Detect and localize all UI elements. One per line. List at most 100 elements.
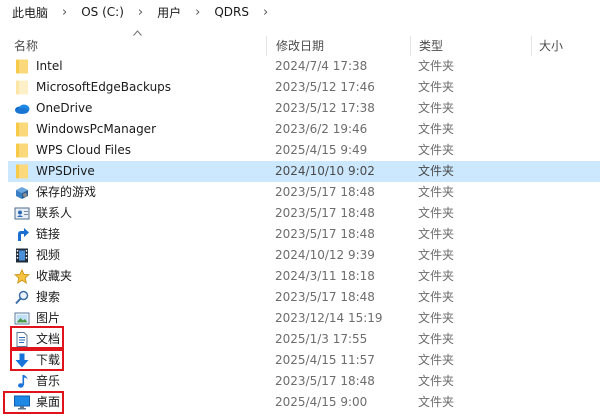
- links-arrow-icon: [18, 228, 29, 241]
- column-header-date[interactable]: 修改日期: [274, 36, 410, 56]
- item-type: 文件夹: [418, 206, 455, 220]
- item-type: 文件夹: [418, 80, 455, 94]
- list-item[interactable]: 保存的游戏 2023/5/17 18:48 文件夹: [8, 182, 600, 203]
- modified-date: 2023/5/17 18:48: [275, 206, 375, 220]
- list-item[interactable]: 收藏夹 2024/3/11 18:18 文件夹: [8, 266, 600, 287]
- item-type: 文件夹: [418, 290, 455, 304]
- file-name: 图片: [36, 311, 61, 325]
- folder-icon: [16, 164, 28, 179]
- list-item[interactable]: OneDrive 2023/5/12 17:38 文件夹: [8, 98, 600, 119]
- file-name: 联系人: [36, 206, 73, 220]
- file-name: MicrosoftEdgeBackups: [36, 80, 172, 94]
- breadcrumb: 此电脑 › OS (C:) › 用户 › QDRS ›: [0, 0, 600, 24]
- file-name: 文档: [36, 332, 61, 346]
- item-type: 文件夹: [418, 395, 455, 409]
- file-name: 下载: [36, 353, 61, 367]
- breadcrumb-users[interactable]: 用户: [155, 4, 183, 21]
- list-item[interactable]: WPS Cloud Files 2025/4/15 9:49 文件夹: [8, 140, 600, 161]
- column-divider[interactable]: [531, 36, 532, 56]
- modified-date: 2024/3/11 18:18: [275, 269, 375, 283]
- column-header-name[interactable]: 名称: [12, 36, 266, 56]
- column-header-size[interactable]: 大小: [537, 36, 597, 56]
- folder-icon: [16, 143, 28, 158]
- item-type: 文件夹: [418, 185, 455, 199]
- file-name: WPSDrive: [36, 164, 95, 178]
- modified-date: 2023/12/14 15:19: [275, 311, 383, 325]
- music-note-icon: [18, 375, 28, 388]
- list-item[interactable]: 图片 2023/12/14 15:19 文件夹: [8, 308, 600, 329]
- modified-date: 2023/5/17 18:48: [275, 374, 375, 388]
- list-item[interactable]: WindowsPcManager 2023/6/2 19:46 文件夹: [8, 119, 600, 140]
- list-item[interactable]: MicrosoftEdgeBackups 2023/5/12 17:46 文件夹: [8, 77, 600, 98]
- item-type: 文件夹: [418, 374, 455, 388]
- list-item[interactable]: 视频 2024/10/12 9:39 文件夹: [8, 245, 600, 266]
- file-name: Intel: [36, 59, 63, 73]
- list-item[interactable]: Intel 2024/7/4 17:38 文件夹: [8, 56, 600, 77]
- search-magnifier-icon: [15, 290, 29, 305]
- list-item[interactable]: 联系人 2023/5/17 18:48 文件夹: [8, 203, 600, 224]
- item-type: 文件夹: [418, 122, 455, 136]
- documents-icon: [16, 332, 28, 347]
- onedrive-cloud-icon: [15, 104, 30, 114]
- desktop-monitor-icon: [14, 395, 30, 410]
- modified-date: 2024/10/12 9:39: [275, 248, 375, 262]
- modified-date: 2023/5/12 17:46: [275, 80, 375, 94]
- list-item[interactable]: 音乐 2023/5/17 18:48 文件夹: [8, 371, 600, 392]
- file-name: 保存的游戏: [36, 185, 97, 199]
- downloads-arrow-icon: [15, 353, 29, 368]
- column-header-type[interactable]: 类型: [417, 36, 529, 56]
- file-name: 视频: [36, 248, 61, 262]
- modified-date: 2023/5/17 18:48: [275, 290, 375, 304]
- list-item-selected[interactable]: WPSDrive 2024/10/10 9:02 文件夹: [8, 161, 600, 182]
- item-type: 文件夹: [418, 143, 455, 157]
- saved-games-icon: [16, 187, 28, 199]
- modified-date: 2024/10/10 9:02: [275, 164, 375, 178]
- modified-date: 2023/5/17 18:48: [275, 227, 375, 241]
- list-item[interactable]: 桌面 2025/4/15 9:00 文件夹: [8, 392, 600, 413]
- item-type: 文件夹: [418, 164, 455, 178]
- column-header-row: 名称 修改日期 类型 大小: [0, 36, 600, 56]
- breadcrumb-drive-c[interactable]: OS (C:): [79, 5, 126, 19]
- modified-date: 2024/7/4 17:38: [275, 59, 368, 73]
- file-name: OneDrive: [36, 101, 93, 115]
- item-type: 文件夹: [418, 59, 455, 73]
- chevron-right-icon[interactable]: ›: [138, 6, 143, 19]
- videos-film-icon: [16, 248, 28, 263]
- modified-date: 2025/4/15 11:57: [275, 353, 375, 367]
- list-item[interactable]: 搜索 2023/5/17 18:48 文件夹: [8, 287, 600, 308]
- modified-date: 2023/6/2 19:46: [275, 122, 368, 136]
- item-type: 文件夹: [418, 332, 455, 346]
- column-divider[interactable]: [266, 36, 267, 56]
- list-item[interactable]: 链接 2023/5/17 18:48 文件夹: [8, 224, 600, 245]
- item-type: 文件夹: [418, 311, 455, 325]
- folder-icon: [16, 59, 28, 74]
- favorites-star-icon: [14, 269, 30, 284]
- modified-date: 2023/5/12 17:38: [275, 101, 375, 115]
- chevron-right-icon[interactable]: ›: [263, 6, 268, 19]
- column-divider[interactable]: [410, 36, 411, 56]
- modified-date: 2023/5/17 18:48: [275, 185, 375, 199]
- item-type: 文件夹: [418, 101, 455, 115]
- folder-light-icon: [16, 80, 28, 95]
- file-name: 收藏夹: [36, 269, 73, 283]
- contacts-icon: [14, 207, 30, 220]
- file-name: WindowsPcManager: [36, 122, 156, 136]
- breadcrumb-qdrs[interactable]: QDRS: [212, 5, 251, 19]
- file-name: 搜索: [36, 290, 61, 304]
- modified-date: 2025/4/15 9:49: [275, 143, 368, 157]
- item-type: 文件夹: [418, 353, 455, 367]
- list-item[interactable]: 文档 2025/1/3 17:55 文件夹: [8, 329, 600, 350]
- folder-icon: [16, 122, 28, 137]
- file-name: 音乐: [36, 374, 61, 388]
- file-name: 链接: [36, 227, 61, 241]
- chevron-right-icon[interactable]: ›: [195, 6, 200, 19]
- modified-date: 2025/4/15 9:00: [275, 395, 368, 409]
- item-type: 文件夹: [418, 227, 455, 241]
- file-name: 桌面: [36, 395, 61, 409]
- breadcrumb-this-pc[interactable]: 此电脑: [10, 4, 50, 21]
- pictures-icon: [14, 312, 30, 325]
- chevron-right-icon[interactable]: ›: [62, 6, 67, 19]
- item-type: 文件夹: [418, 269, 455, 283]
- list-item[interactable]: 下载 2025/4/15 11:57 文件夹: [8, 350, 600, 371]
- modified-date: 2025/1/3 17:55: [275, 332, 368, 346]
